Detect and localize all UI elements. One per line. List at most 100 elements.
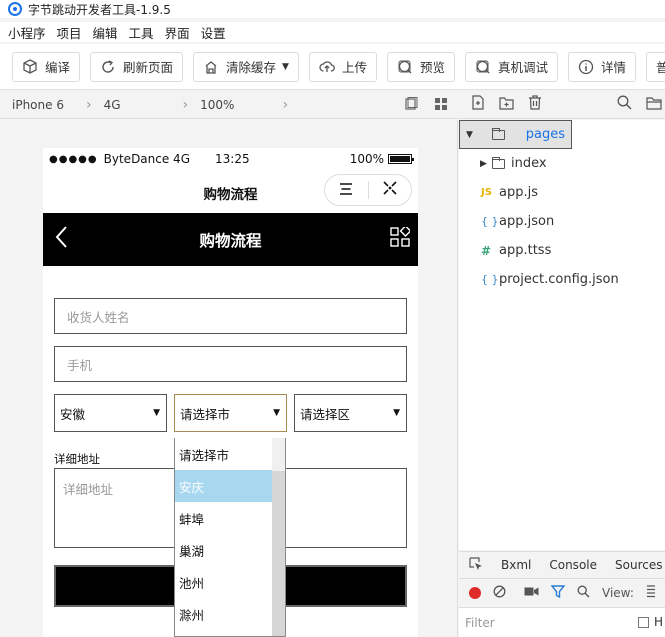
open-folder-icon[interactable] (646, 96, 663, 114)
compile-mode-button[interactable]: 普通 (646, 51, 665, 82)
json-file-icon: { } (481, 273, 499, 286)
tree-folder-index[interactable]: ▶ index (459, 149, 665, 178)
filter-input[interactable]: Filter (465, 616, 495, 630)
compile-mode-label: 普通 (656, 60, 665, 75)
info-icon (578, 59, 594, 75)
dropdown-scrollbar[interactable] (272, 438, 285, 636)
ttss-file-icon: # (481, 243, 492, 258)
receiver-name-input[interactable]: 收货人姓名 (54, 298, 407, 334)
details-button[interactable]: 详情 (568, 51, 637, 82)
search-icon[interactable] (577, 585, 590, 601)
menu-project[interactable]: 项目 (57, 23, 82, 42)
view-label: View: (602, 585, 634, 600)
upload-icon (319, 59, 335, 75)
file-explorer: ▼ pages ▶ index JS app.js { } app.json #… (459, 120, 665, 550)
close-icon[interactable] (369, 180, 412, 200)
sim-actions (404, 97, 448, 115)
network-label: 4G (103, 97, 121, 112)
city-dropdown-list: 请选择市 安庆 蚌埠 巢湖 池州 滁州 (174, 438, 286, 637)
clear-cache-button[interactable]: 清除缓存 ▼ (193, 51, 299, 82)
menu-icon[interactable] (325, 181, 368, 200)
camera-icon[interactable] (524, 586, 539, 600)
battery-icon (388, 154, 414, 164)
chevron-right-icon: › (85, 96, 92, 113)
tree-file-app-ttss[interactable]: # app.ttss (459, 236, 665, 265)
js-file-icon: JS (481, 187, 492, 198)
search-icon[interactable] (617, 95, 632, 114)
signal-icon: ●●●●● (49, 153, 98, 165)
view-toggle-icon[interactable] (646, 584, 656, 601)
tree-file-app-json[interactable]: { } app.json (459, 207, 665, 236)
city-option-highlighted[interactable]: 安庆 (175, 470, 285, 502)
province-select[interactable]: 安徽 ▼ (54, 394, 167, 432)
tree-file-project-config[interactable]: { } project.config.json (459, 265, 665, 294)
clear-cache-label: 清除缓存 (226, 60, 277, 75)
battery-percent: 100% (349, 152, 384, 166)
region-selects: 安徽 ▼ 请选择市 ▼ 请选择区 ▼ (54, 394, 407, 432)
district-select[interactable]: 请选择区 ▼ (294, 394, 407, 432)
devtools-controls: View: (459, 578, 665, 606)
delete-icon[interactable] (528, 95, 542, 114)
phone-input[interactable]: 手机 (54, 346, 407, 382)
tree-label: app.js (499, 185, 538, 200)
compile-button[interactable]: 编译 (12, 51, 81, 82)
dropdown-arrow-icon: ▼ (153, 408, 160, 418)
refresh-page-button[interactable]: 刷新页面 (90, 51, 184, 82)
carrier-label: ByteDance 4G (103, 152, 190, 166)
city-option[interactable]: 请选择市 (175, 438, 285, 470)
city-option[interactable]: 蚌埠 (175, 502, 285, 534)
tab-console[interactable]: Console (549, 558, 597, 572)
remote-debug-button[interactable]: 真机调试 (465, 51, 559, 82)
tree-label: index (511, 156, 547, 171)
district-value: 请选择区 (300, 406, 351, 422)
network-select[interactable]: 4G (104, 98, 121, 112)
battery: 100% (349, 152, 414, 166)
rotate-icon[interactable] (404, 97, 418, 115)
menu-tools[interactable]: 工具 (129, 23, 154, 42)
device-select[interactable]: iPhone 6 (12, 98, 64, 112)
dropdown-arrow-icon: ▼ (273, 408, 280, 418)
grid-icon[interactable] (434, 97, 448, 115)
menu-settings[interactable]: 设置 (201, 23, 226, 42)
device-label: iPhone 6 (12, 97, 64, 112)
preview-button[interactable]: 预览 (386, 51, 455, 82)
capsule-menu (324, 174, 412, 206)
title-bar: 字节跳动开发者工具-1.9.5 (0, 0, 665, 18)
main-toolbar: 编译 刷新页面 清除缓存 ▼ 上传 预览 真机调试 详情 普 (0, 44, 665, 90)
zoom-select[interactable]: 100% (200, 98, 234, 112)
record-icon[interactable] (469, 586, 481, 599)
clear-icon[interactable] (493, 585, 506, 601)
menu-view[interactable]: 界面 (165, 23, 190, 42)
refresh-page-label: 刷新页面 (123, 60, 174, 75)
city-option[interactable]: 池州 (175, 566, 285, 598)
tree-folder-pages[interactable]: ▼ pages (459, 120, 572, 149)
city-select[interactable]: 请选择市 ▼ (174, 394, 287, 432)
tree-file-app-js[interactable]: JS app.js (459, 178, 665, 207)
tree-label: app.json (499, 214, 555, 229)
new-file-icon[interactable] (471, 95, 485, 114)
tab-sources[interactable]: Sources (615, 558, 662, 572)
folder-icon (492, 156, 505, 169)
tab-bxml[interactable]: Bxml (501, 558, 531, 572)
category-grid-icon[interactable] (390, 225, 412, 247)
inspect-icon[interactable] (469, 556, 483, 574)
scrollbar-thumb[interactable] (272, 438, 285, 471)
devtools-window: 字节跳动开发者工具-1.9.5 小程序 项目 编辑 工具 界面 设置 编译 刷新… (0, 0, 665, 637)
filter-icon[interactable] (550, 584, 566, 601)
new-folder-icon[interactable] (499, 96, 514, 114)
chevron-right-icon: › (182, 96, 189, 113)
menu-edit[interactable]: 编辑 (93, 23, 118, 42)
page-header: 购物流程 (43, 213, 418, 266)
explorer-toolbar (459, 91, 665, 119)
hide-checkbox[interactable] (638, 617, 649, 628)
phone-placeholder: 手机 (67, 357, 93, 373)
upload-button[interactable]: 上传 (308, 51, 377, 82)
city-option[interactable]: 滁州 (175, 598, 285, 630)
app-logo-icon (8, 2, 22, 16)
menu-bar: 小程序 项目 编辑 工具 界面 设置 (0, 22, 665, 42)
upload-label: 上传 (341, 60, 367, 75)
city-value: 请选择市 (180, 406, 231, 422)
menu-miniprogram[interactable]: 小程序 (8, 23, 46, 42)
city-option[interactable]: 巢湖 (175, 534, 285, 566)
compile-label: 编译 (45, 60, 71, 75)
